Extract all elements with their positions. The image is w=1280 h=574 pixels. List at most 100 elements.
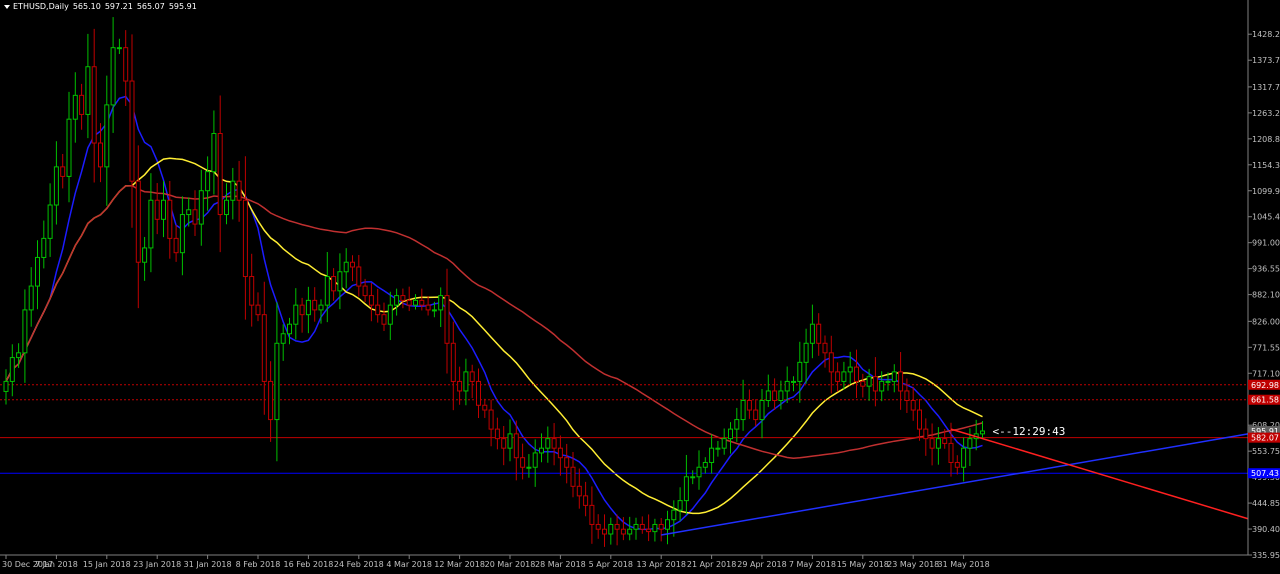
- candle-body: [211, 132, 217, 173]
- candle-body: [589, 504, 595, 525]
- candle-body: [488, 409, 494, 430]
- candle-body: [293, 304, 299, 325]
- candle-body: [249, 276, 255, 306]
- candle-body: [564, 457, 570, 468]
- x-tick-label: 15 Jan 2018: [83, 560, 131, 569]
- candle-body: [948, 442, 954, 463]
- candle-body: [595, 523, 601, 530]
- candle-body: [614, 523, 620, 530]
- y-tick-label: 390.40: [1252, 525, 1280, 534]
- x-tick-label: 16 Feb 2018: [284, 560, 334, 569]
- candle-body: [3, 380, 9, 392]
- candle-body: [305, 299, 311, 316]
- candle-body: [135, 180, 141, 263]
- candle-body: [66, 118, 72, 177]
- candle-body: [318, 304, 324, 311]
- candle-body: [444, 295, 450, 344]
- candle-body: [784, 380, 790, 392]
- candle-body: [917, 409, 922, 430]
- price-chart[interactable]: 1428.25 1373.70 1317.70 1263.25 1208.80 1154.…: [0, 0, 1280, 574]
- candle-body: [47, 204, 53, 239]
- x-tick-label: 15 May 2018: [837, 560, 889, 569]
- candle-body: [690, 476, 696, 479]
- candle-body: [482, 404, 488, 411]
- candle-body: [816, 323, 822, 344]
- candle-body: [539, 447, 544, 454]
- candle-body: [753, 409, 759, 421]
- y-tick-label: 1154.35: [1252, 161, 1280, 170]
- y-tick-label: 717.10: [1252, 369, 1280, 378]
- candle-body: [148, 199, 154, 249]
- x-tick-label: 5 Apr 2018: [589, 560, 633, 569]
- candle-body: [734, 419, 740, 430]
- axes: 1428.25 1373.70 1317.70 1263.25 1208.80 1154.…: [0, 0, 1280, 569]
- candle-body: [400, 295, 406, 301]
- candle-body: [356, 266, 362, 287]
- candle-body: [406, 299, 412, 306]
- x-tick-label: 28 Mar 2018: [535, 560, 586, 569]
- x-tick-label: 4 Mar 2018: [386, 560, 432, 569]
- candle-body: [179, 214, 185, 254]
- candle-body: [224, 199, 229, 216]
- ma-fast-line: [5, 95, 983, 531]
- candle-body: [324, 276, 330, 306]
- x-tick-label: 31 Jan 2018: [184, 560, 232, 569]
- candle-body: [198, 190, 204, 225]
- candle-body: [809, 323, 815, 344]
- y-tick-label: 1373.70: [1252, 56, 1280, 65]
- candle-body: [375, 304, 381, 316]
- candle-body: [242, 199, 248, 278]
- candle-body: [280, 333, 286, 344]
- candle-body: [381, 314, 387, 325]
- x-tick-label: 12 Mar 2018: [434, 560, 485, 569]
- y-tick-label: 1045.45: [1252, 213, 1280, 222]
- candle-body: [652, 523, 658, 533]
- candle-body: [658, 523, 664, 530]
- y-tick-label: 771.55: [1252, 343, 1280, 352]
- candle-body: [872, 376, 878, 392]
- candle-body: [507, 433, 513, 449]
- candle-body: [337, 271, 343, 292]
- x-tick-label: 8 Feb 2018: [236, 560, 281, 569]
- candle-body: [494, 428, 500, 440]
- candle-body: [22, 309, 28, 354]
- candle-body: [929, 438, 935, 449]
- candle-body: [16, 352, 22, 359]
- candle-body: [362, 285, 368, 297]
- candle-body: [98, 142, 103, 168]
- candle-body: [72, 94, 78, 120]
- candle-body: [935, 438, 941, 449]
- candle-body: [476, 380, 481, 406]
- x-tick-label: 20 Mar 2018: [485, 560, 536, 569]
- candle-body: [583, 495, 589, 506]
- candle-body: [702, 461, 708, 468]
- candle-body: [891, 371, 897, 382]
- candle-body: [261, 314, 267, 382]
- y-tick-label: 1263.25: [1252, 109, 1280, 118]
- candle-body: [350, 261, 355, 268]
- x-tick-label: 21 Apr 2018: [687, 560, 736, 569]
- candle-body: [526, 466, 532, 469]
- candle-body: [866, 376, 872, 387]
- y-tick-label: 1428.25: [1252, 30, 1280, 39]
- candle-body: [854, 366, 859, 382]
- candle-body: [343, 261, 349, 273]
- candle-body: [123, 47, 129, 82]
- candle-body: [942, 438, 948, 444]
- candle-body: [431, 309, 437, 312]
- candle-body: [639, 523, 645, 530]
- candle-body: [161, 199, 166, 220]
- candle-body: [746, 399, 752, 411]
- price-tag-label: 582.07: [1251, 434, 1279, 443]
- candle-body: [129, 80, 135, 182]
- candle-body: [463, 371, 469, 392]
- y-tick-label: 826.00: [1252, 317, 1280, 326]
- candle-body: [110, 47, 116, 106]
- candle-body: [551, 438, 557, 449]
- candle-countdown: <--12:29:43: [993, 425, 1066, 438]
- candle-body: [828, 352, 834, 373]
- candle-body: [904, 390, 910, 401]
- candle-body: [879, 380, 885, 392]
- candle-body: [501, 438, 507, 449]
- y-tick-label: 1317.70: [1252, 83, 1280, 92]
